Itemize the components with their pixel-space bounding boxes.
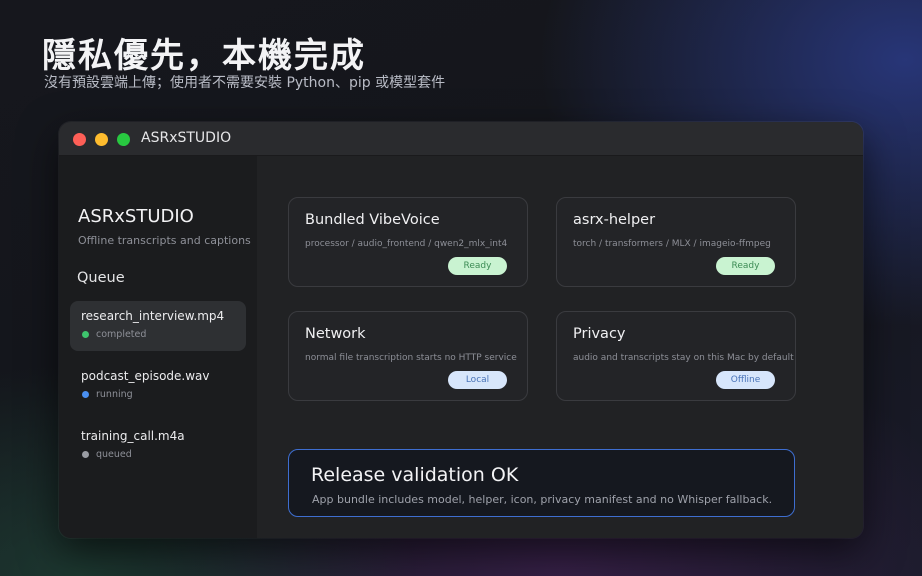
card-description: audio and transcripts stay on this Mac b…: [573, 353, 794, 363]
queue-item-training-call[interactable]: training_call.m4a queued: [70, 421, 246, 471]
card-description: processor / audio_frontend / qwen2_mlx_i…: [305, 239, 508, 249]
queue-item-status: running: [82, 389, 133, 400]
status-dot-completed: [82, 331, 89, 338]
window-titlebar[interactable]: ASRxSTUDIO: [59, 122, 863, 156]
card-title: Privacy: [573, 326, 626, 342]
status-badge-ready: Ready: [448, 257, 507, 275]
hero-subtitle: 沒有預設雲端上傳；使用者不需要安裝 Python、pip 或模型套件: [44, 75, 446, 91]
queue-heading: Queue: [77, 270, 125, 286]
sidebar: ASRxSTUDIO Offline transcripts and capti…: [59, 156, 257, 538]
card-title: Network: [305, 326, 366, 342]
zoom-window-button[interactable]: [117, 133, 130, 146]
status-badge-ready: Ready: [716, 257, 775, 275]
queue-item-status-label: completed: [96, 329, 147, 340]
minimize-window-button[interactable]: [95, 133, 108, 146]
queue-item-name: training_call.m4a: [81, 429, 185, 443]
release-title: Release validation OK: [311, 464, 519, 486]
queue-item-podcast-episode[interactable]: podcast_episode.wav running: [70, 361, 246, 411]
card-description: normal file transcription starts no HTTP…: [305, 353, 517, 363]
queue-item-name: research_interview.mp4: [81, 309, 225, 323]
release-description: App bundle includes model, helper, icon,…: [312, 493, 773, 506]
hero-title: 隱私優先，本機完成: [42, 36, 366, 76]
queue-item-status-label: queued: [96, 449, 132, 460]
queue-item-research-interview[interactable]: research_interview.mp4 completed: [70, 301, 246, 351]
card-title: Bundled VibeVoice: [305, 212, 440, 228]
status-dot-queued: [82, 451, 89, 458]
status-dot-running: [82, 391, 89, 398]
queue-item-status: completed: [82, 329, 146, 340]
status-badge-local: Local: [448, 371, 507, 389]
card-title: asrx-helper: [573, 212, 656, 228]
queue-item-name: podcast_episode.wav: [81, 369, 210, 383]
card-description: torch / transformers / MLX / imageio-ffm…: [573, 239, 771, 249]
card-privacy: Privacy audio and transcripts stay on th…: [556, 311, 796, 401]
release-validation-banner: Release validation OK App bundle include…: [288, 449, 795, 517]
window-title: ASRxSTUDIO: [141, 130, 232, 146]
app-window: ASRxSTUDIO ASRxSTUDIO Offline transcript…: [59, 122, 863, 538]
card-asrx-helper: asrx-helper torch / transformers / MLX /…: [556, 197, 796, 287]
card-bundled-vibevoice: Bundled VibeVoice processor / audio_fron…: [288, 197, 528, 287]
queue-item-status-label: running: [96, 389, 133, 400]
sidebar-tagline: Offline transcripts and captions: [78, 234, 251, 247]
close-window-button[interactable]: [73, 133, 86, 146]
main-panel: Bundled VibeVoice processor / audio_fron…: [257, 156, 863, 538]
card-network: Network normal file transcription starts…: [288, 311, 528, 401]
status-badge-offline: Offline: [716, 371, 775, 389]
sidebar-brand: ASRxSTUDIO: [78, 206, 194, 227]
queue-item-status: queued: [82, 449, 132, 460]
